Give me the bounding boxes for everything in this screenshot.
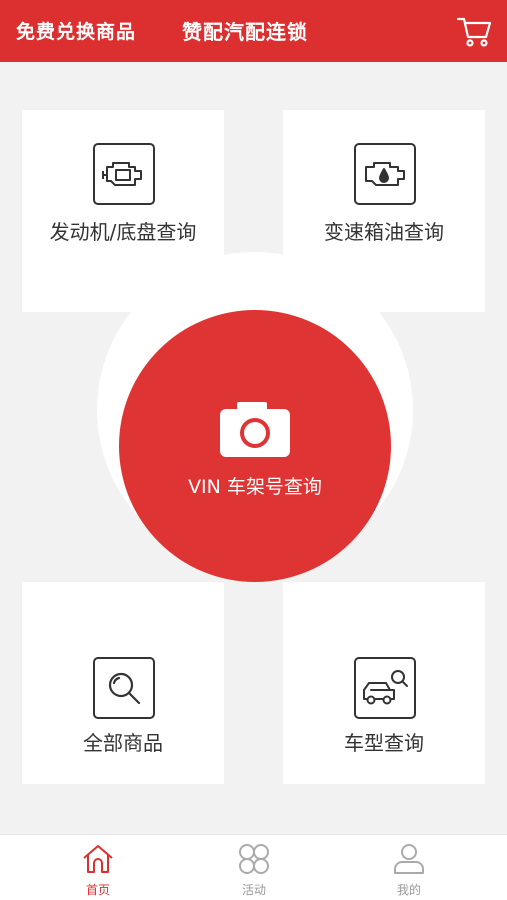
home-content: 发动机/底盘查询 变速箱油查询 全部商品 车型查询 VIN 车架号查询 [0, 62, 507, 834]
gearbox-oil-label: 变速箱油查询 [324, 220, 444, 244]
top-bar: 免费兑换商品 赞配汽配连锁 [0, 0, 507, 62]
tab-activity-label: 活动 [241, 883, 266, 897]
store-title: 赞配汽配连锁 [182, 20, 308, 44]
clover-icon [236, 841, 272, 877]
car-search-icon [354, 657, 416, 719]
oil-engine-icon [354, 143, 416, 205]
user-icon [391, 841, 427, 877]
engine-icon [93, 143, 155, 205]
engine-chassis-label: 发动机/底盘查询 [49, 220, 197, 244]
tab-home-label: 首页 [85, 883, 110, 897]
tab-mine-label: 我的 [396, 883, 421, 897]
tab-home[interactable]: 首页 [48, 835, 148, 900]
vin-query-label: VIN 车架号查询 [188, 476, 322, 498]
bottom-tab-bar: 首页 活动 我的 [0, 834, 507, 900]
search-icon [93, 657, 155, 719]
vin-query-button[interactable]: VIN 车架号查询 [119, 310, 391, 582]
free-exchange-link[interactable]: 免费兑换商品 [16, 17, 136, 44]
tab-activity[interactable]: 活动 [204, 835, 304, 900]
engine-chassis-query-card[interactable]: 发动机/底盘查询 [22, 110, 224, 312]
all-goods-label: 全部商品 [83, 731, 163, 755]
tab-mine[interactable]: 我的 [359, 835, 459, 900]
camera-icon [217, 400, 293, 460]
cart-icon[interactable] [455, 12, 493, 50]
home-icon [80, 841, 116, 877]
car-model-label: 车型查询 [344, 731, 424, 755]
gearbox-oil-query-card[interactable]: 变速箱油查询 [283, 110, 485, 312]
car-model-query-card[interactable]: 车型查询 [283, 582, 485, 784]
all-goods-card[interactable]: 全部商品 [22, 582, 224, 784]
